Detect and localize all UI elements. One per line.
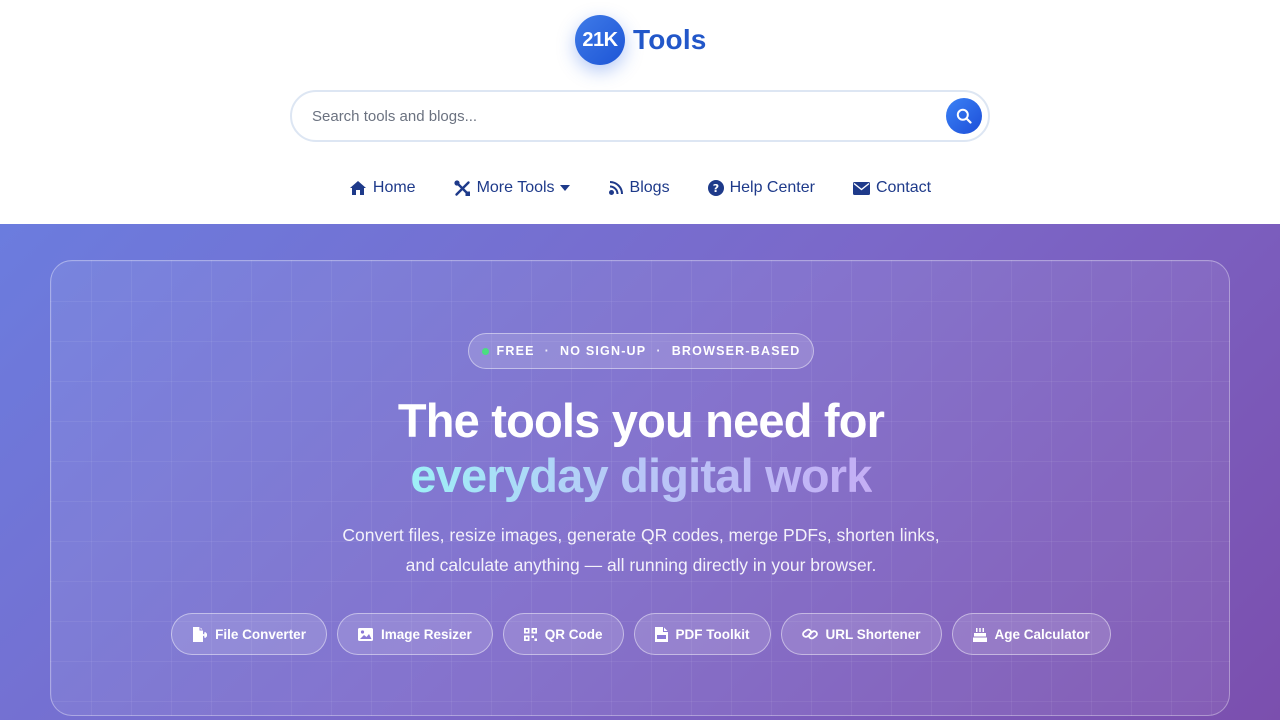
site-logo[interactable]: 21K Tools [575,15,707,65]
nav-item-contact[interactable]: Contact [852,179,932,197]
badge-separator: · [544,344,551,358]
link-icon [801,628,818,640]
tool-pill-label: URL Shortener [825,626,921,642]
search-button[interactable] [946,98,982,134]
file-pdf-icon [654,626,668,642]
badge-separator: · [656,344,662,358]
nav-item-home[interactable]: Home [349,179,416,197]
hero-headline: The tools you need for everyday digital … [51,393,1231,503]
qrcode-icon [523,627,537,641]
caret-down-icon [559,185,570,191]
badge-item-browser-based: BROWSER-BASED [671,344,801,358]
nav-item-label: Contact [875,179,932,196]
status-dot [481,347,489,355]
search-icon [956,108,972,124]
nav-item-blogs[interactable]: Blogs [608,179,670,197]
tool-pill-label: PDF Toolkit [675,626,750,642]
hero-section: FREE · NO SIGN-UP · BROWSER-BASED The to… [0,224,1280,720]
tool-pill-label: Age Calculator [994,626,1090,642]
logo-badge: 21K [575,15,625,65]
file-export-icon [193,626,208,642]
nav-item-label: Blogs [629,179,670,196]
search-input[interactable] [312,107,912,125]
tool-pill-image-resizer[interactable]: Image Resizer [336,613,493,655]
feature-badge: FREE · NO SIGN-UP · BROWSER-BASED [468,333,814,369]
headline-line-2: everyday digital work [410,449,872,502]
badge-item-no-signup: NO SIGN-UP [560,344,647,358]
home-icon [349,181,366,195]
image-icon [357,627,373,641]
search-bar [290,90,990,142]
tool-pill-qr-code[interactable]: QR Code [502,613,624,655]
nav-item-label: More Tools [476,179,555,196]
nav-item-help-center[interactable]: ? Help Center [707,179,815,197]
tool-pill-pdf-toolkit[interactable]: PDF Toolkit [633,613,771,655]
tool-pill-age-calculator[interactable]: Age Calculator [951,613,1111,655]
main-nav: Home More Tools Blogs ? Help Center Cont… [0,175,1280,201]
logo-wordmark: Tools [633,24,707,55]
tool-pill-label: Image Resizer [380,626,472,642]
birthday-cake-icon [972,627,987,642]
nav-item-label: Home [372,179,416,196]
nav-item-more-tools[interactable]: More Tools [453,179,570,197]
svg-text:?: ? [712,182,718,195]
nav-item-label: Help Center [729,179,815,196]
question-circle-icon: ? [707,180,724,196]
tool-pill-label: QR Code [544,626,603,642]
tool-shortcuts: File Converter Image Resizer QR Code PDF… [51,613,1231,655]
tool-pill-url-shortener[interactable]: URL Shortener [780,613,942,655]
tools-icon [453,179,470,196]
hero-card: FREE · NO SIGN-UP · BROWSER-BASED The to… [50,260,1230,716]
headline-line-1: The tools you need for [397,394,885,447]
badge-item-free: FREE [496,344,535,358]
tool-pill-label: File Converter [215,626,306,642]
blog-icon [608,181,623,195]
hero-description: Convert files, resize images, generate Q… [342,525,940,575]
tool-pill-file-converter[interactable]: File Converter [171,613,327,655]
envelope-icon [852,181,870,195]
site-header: 21K Tools Home More Tools [0,0,1280,224]
